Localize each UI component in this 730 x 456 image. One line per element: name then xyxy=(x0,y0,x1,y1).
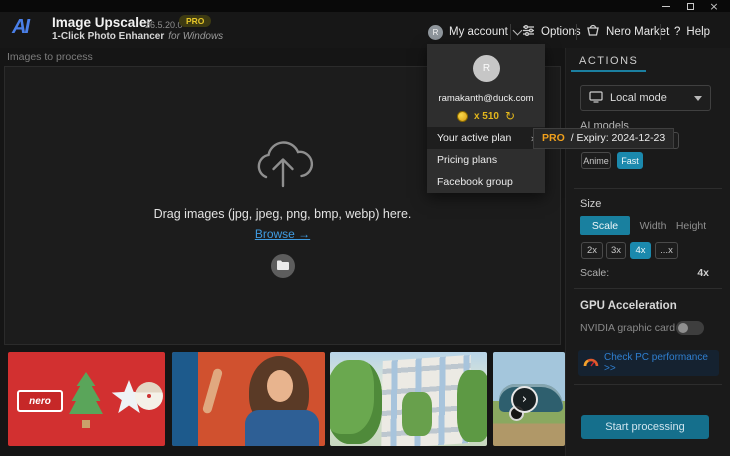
mode-select-value: Local mode xyxy=(610,92,667,104)
images-panel-title: Images to process xyxy=(7,51,93,63)
section-divider xyxy=(574,188,722,189)
actions-underline xyxy=(571,70,646,72)
market-basket-icon xyxy=(586,24,600,40)
santa-cookie xyxy=(135,382,163,410)
gauge-icon xyxy=(583,354,599,372)
menu-item-pricing-plans[interactable]: Pricing plans xyxy=(427,149,545,171)
minimize-button[interactable] xyxy=(654,0,678,12)
account-dropdown-panel: R ramakanth@duck.com x 510 ↻ Your active… xyxy=(427,44,545,193)
app-subtitle: 1-Click Photo Enhancer for Windows xyxy=(52,31,223,42)
mode-select[interactable]: Local mode xyxy=(580,85,711,111)
gpu-toggle[interactable] xyxy=(676,321,704,335)
credits-row: x 510 ↻ xyxy=(427,108,545,124)
scale-custom-button[interactable]: ...x xyxy=(655,242,678,259)
options-label: Options xyxy=(541,26,581,38)
chevron-right-icon: › xyxy=(522,392,527,407)
sliders-icon xyxy=(522,24,535,40)
chevron-down-icon xyxy=(512,25,522,35)
menu-divider xyxy=(576,24,577,40)
section-divider xyxy=(574,384,722,385)
actions-title: ACTIONS xyxy=(579,55,638,67)
app-logo-icon: AI xyxy=(12,16,28,39)
browse-link[interactable]: Browse → xyxy=(255,227,310,241)
actions-sidebar: ACTIONS Local mode AI models Photograph … xyxy=(565,48,730,456)
thumbnail-building-ivy[interactable] xyxy=(330,352,487,446)
folder-icon xyxy=(277,257,289,275)
tab-height[interactable]: Height xyxy=(672,216,710,235)
thumbnail-nero-cookies[interactable]: nero xyxy=(8,352,165,446)
pricing-plans-label: Pricing plans xyxy=(437,154,497,166)
subtitle-text: 1-Click Photo Enhancer xyxy=(52,31,164,42)
app-version: 26.5.20.0 xyxy=(145,20,183,30)
plan-name: PRO xyxy=(542,132,565,144)
account-email: ramakanth@duck.com xyxy=(427,93,545,104)
check-pc-performance-label: Check PC performance >> xyxy=(604,352,714,374)
help-menu[interactable]: ? Help xyxy=(674,22,710,42)
menu-item-active-plan[interactable]: Your active plan › xyxy=(427,127,545,149)
tab-scale[interactable]: Scale xyxy=(580,216,630,235)
options-menu[interactable]: Options xyxy=(522,22,581,42)
monitor-icon xyxy=(589,91,603,106)
menu-item-facebook-group[interactable]: Facebook group xyxy=(427,171,545,193)
model-fast-button[interactable]: Fast xyxy=(617,152,643,169)
window-controls: × xyxy=(654,0,726,12)
coin-icon xyxy=(457,111,468,122)
nero-market-menu[interactable]: Nero Market xyxy=(586,22,669,42)
chevron-down-icon xyxy=(694,96,702,101)
gpu-acceleration-title: GPU Acceleration xyxy=(580,300,677,312)
credits-count: x 510 xyxy=(474,111,499,122)
subtitle-platform: for Windows xyxy=(168,31,223,42)
pro-badge: PRO xyxy=(179,15,211,27)
help-icon: ? xyxy=(674,26,680,38)
facebook-group-label: Facebook group xyxy=(437,176,513,188)
scale-3x-button[interactable]: 3x xyxy=(606,242,626,259)
app-title: Image Upscaler xyxy=(52,15,152,30)
folder-button[interactable] xyxy=(271,254,295,278)
drop-hint-text: Drag images (jpg, jpeg, png, bmp, webp) … xyxy=(154,207,412,221)
avatar: R xyxy=(473,55,500,82)
cloud-upload-icon xyxy=(246,134,320,197)
start-processing-button[interactable]: Start processing xyxy=(581,415,709,439)
my-account-menu[interactable]: R My account xyxy=(428,22,521,42)
avatar: R xyxy=(428,25,443,40)
os-titlebar: × xyxy=(0,0,730,12)
thumbnail-portrait-woman[interactable] xyxy=(172,352,325,446)
app-window: × AI Image Upscaler 26.5.20.0 PRO 1-Clic… xyxy=(0,0,730,456)
maximize-button[interactable] xyxy=(678,0,702,12)
section-divider xyxy=(574,288,722,289)
app-header: AI Image Upscaler 26.5.20.0 PRO 1-Click … xyxy=(0,12,730,48)
carousel-next-button[interactable]: › xyxy=(511,386,538,413)
active-plan-label: Your active plan xyxy=(437,132,511,144)
menu-divider xyxy=(660,24,661,40)
plan-expiry-tooltip: PRO / Expiry: 2024-12-23 xyxy=(533,128,674,149)
refresh-icon[interactable]: ↻ xyxy=(505,109,515,123)
scale-4x-button[interactable]: 4x xyxy=(630,242,651,259)
scale-label: Scale: xyxy=(580,267,609,279)
help-label: Help xyxy=(686,26,710,38)
gpu-device-label: NVIDIA graphic card xyxy=(580,322,675,334)
sample-thumbnails-strip: nero xyxy=(0,352,565,446)
my-account-label: My account xyxy=(449,26,508,38)
plan-expiry: / Expiry: 2024-12-23 xyxy=(571,132,666,144)
scale-value: 4x xyxy=(697,267,709,279)
check-pc-performance-link[interactable]: Check PC performance >> xyxy=(578,350,719,376)
menu-divider xyxy=(510,24,511,40)
tab-width[interactable]: Width xyxy=(636,216,670,235)
size-title: Size xyxy=(580,198,601,210)
model-anime-button[interactable]: Anime xyxy=(581,152,611,169)
nero-logo: nero xyxy=(17,390,63,412)
christmas-tree-cookie xyxy=(68,372,104,422)
close-button[interactable]: × xyxy=(702,0,726,12)
scale-2x-button[interactable]: 2x xyxy=(581,242,603,259)
